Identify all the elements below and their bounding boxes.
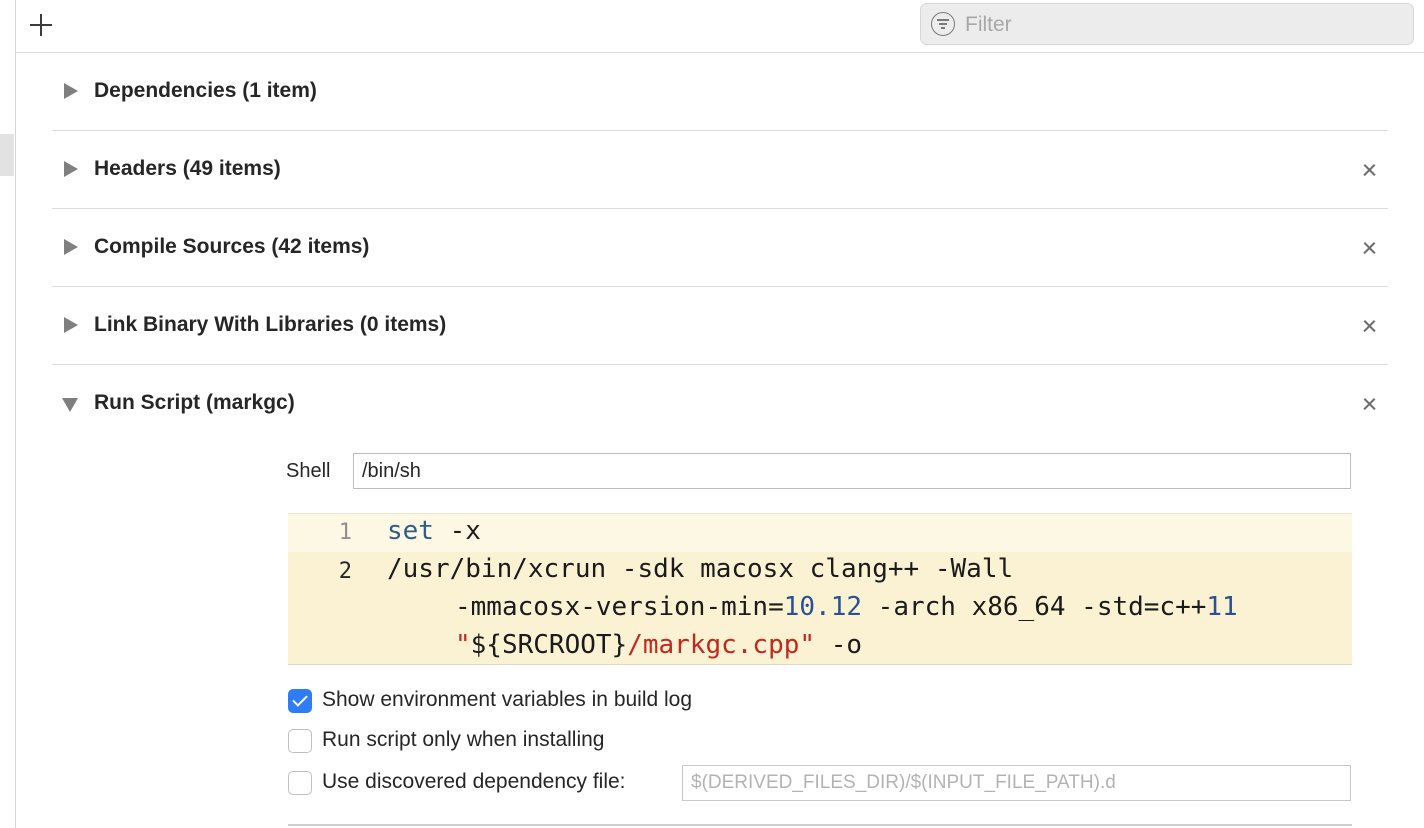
phase-title: Headers (49 items) [94, 157, 281, 180]
disclosure-triangle-icon[interactable] [64, 161, 78, 177]
dependency-file-input[interactable] [682, 765, 1351, 801]
close-icon[interactable] [1356, 313, 1382, 339]
shell-input[interactable] [353, 453, 1351, 489]
shell-label: Shell [286, 460, 331, 482]
phase-title: Compile Sources (42 items) [94, 235, 370, 258]
phase-headers[interactable]: Headers (49 items) [52, 131, 1388, 209]
script-line-1: set -x [387, 516, 481, 546]
show-env-vars-checkbox[interactable] [288, 689, 312, 713]
phase-title: Dependencies (1 item) [94, 79, 317, 102]
filter-field[interactable]: Filter [920, 3, 1414, 45]
dependency-file-label: Use discovered dependency file: [322, 770, 626, 793]
left-edge [0, 0, 16, 828]
dependency-file-checkbox[interactable] [288, 771, 312, 795]
line-number: 2 [338, 559, 352, 584]
line-number: 1 [338, 520, 352, 545]
phase-link-binary[interactable]: Link Binary With Libraries (0 items) [52, 287, 1388, 365]
left-tab-indicator [0, 134, 14, 176]
show-env-vars-label: Show environment variables in build log [322, 688, 693, 711]
script-editor[interactable]: 1 2 set -x /usr/bin/xcrun -sdk macosx cl… [288, 513, 1352, 665]
disclosure-triangle-icon[interactable] [64, 317, 78, 333]
install-only-checkbox[interactable] [288, 729, 312, 753]
phase-title: Run Script (markgc) [94, 391, 295, 414]
close-icon[interactable] [1356, 235, 1382, 261]
filter-icon [931, 12, 955, 36]
phase-compile-sources[interactable]: Compile Sources (42 items) [52, 209, 1388, 287]
add-build-phase-button[interactable] [28, 12, 54, 38]
script-line-2: /usr/bin/xcrun -sdk macosx clang++ -Wall [387, 554, 1014, 584]
section-bottom-divider [288, 824, 1352, 826]
close-icon[interactable] [1356, 157, 1382, 183]
script-line-2-wrap-2: "${SRCROOT}/markgc.cpp" -o [455, 630, 863, 660]
close-icon[interactable] [1356, 391, 1382, 417]
script-line-2-wrap-1: -mmacosx-version-min=10.12 -arch x86_64 … [455, 592, 1238, 622]
phase-dependencies[interactable]: Dependencies (1 item) [52, 53, 1388, 131]
phase-title: Link Binary With Libraries (0 items) [94, 313, 447, 336]
disclosure-triangle-icon[interactable] [64, 239, 78, 255]
phase-run-script[interactable]: Run Script (markgc) [52, 365, 1388, 443]
filter-placeholder: Filter [965, 13, 1012, 36]
disclosure-triangle-open-icon[interactable] [62, 398, 78, 412]
install-only-label: Run script only when installing [322, 728, 605, 751]
disclosure-triangle-icon[interactable] [64, 83, 78, 99]
